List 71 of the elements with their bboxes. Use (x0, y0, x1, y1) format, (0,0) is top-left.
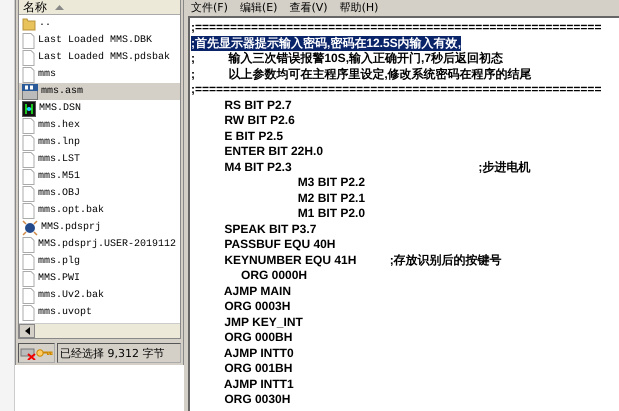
document-icon (22, 134, 35, 150)
code-line: M1 BIT P2.0 (296, 206, 366, 222)
document-icon (22, 270, 35, 286)
code-line: ORG 0030H (223, 392, 290, 408)
file-icon (22, 84, 38, 100)
code-line: JMP KEY_INT (223, 314, 303, 330)
menu-item[interactable]: 查看(V) (289, 0, 328, 14)
document-icon (22, 118, 35, 134)
document-icon (22, 236, 35, 252)
file-item[interactable]: mms.hex (19, 117, 180, 134)
code-line: ;========================================================== (191, 82, 602, 98)
code-line: M3 BIT P2.2 (296, 175, 366, 190)
scroll-left-icon[interactable] (24, 327, 30, 335)
code-line: PASSBUF EQU 40H (223, 237, 336, 252)
document-icon (22, 202, 35, 218)
code-line: AJMP MAIN (222, 284, 292, 299)
horizontal-scrollbar[interactable] (19, 323, 180, 338)
project-icon (22, 220, 38, 236)
network-disconnected-icon (20, 346, 36, 360)
menu-item[interactable]: 编辑(E) (240, 0, 278, 14)
file-item[interactable]: mms.OBJ (19, 185, 180, 202)
document-icon (22, 66, 35, 82)
code-line: ORG 0000H (240, 268, 308, 284)
sort-up-icon (55, 4, 64, 10)
document-icon (22, 304, 35, 320)
code-line: M2 BIT P2.1 (296, 190, 366, 206)
file-item[interactable]: mms.M51 (19, 168, 180, 185)
file-item[interactable]: MMS.pdsprj.USER-2019112 (19, 236, 180, 253)
file-item[interactable]: Last Loaded MMS.pdsbak (19, 49, 180, 66)
document-icon (22, 50, 35, 66)
column-header[interactable]: 名称 (23, 0, 47, 14)
code-line: KEYNUMBER EQU 41H ;存放识别后的按键号 (223, 252, 502, 268)
code-line: ENTER BIT 22H.0 (223, 144, 324, 160)
file-item[interactable]: mms.uvopt (19, 304, 180, 321)
folder-icon (22, 16, 36, 31)
code-line: AJMP INTT0 (222, 346, 294, 361)
file-item[interactable]: mms.Uv2.bak (19, 287, 180, 304)
document-icon (22, 32, 35, 48)
file-item[interactable]: Last Loaded MMS.DBK (19, 32, 180, 49)
file-item[interactable]: mms.opt.bak (19, 202, 180, 219)
file-item[interactable]: mms.LST (19, 151, 180, 168)
document-icon (22, 168, 35, 184)
file-item[interactable]: .. (19, 15, 180, 32)
code-line: AJMP INTT1 (222, 376, 294, 392)
file-item[interactable]: mms (19, 66, 180, 83)
code-line: RS BIT P2.7 (223, 98, 292, 113)
code-line: ORG 001BH (223, 361, 292, 376)
code-line: ; 输入三次错误报警10S,输入正确开门,7秒后返回初态 (191, 51, 504, 66)
file-item[interactable]: MMS.PWI (19, 270, 180, 287)
document-icon (22, 288, 35, 304)
document-icon (22, 152, 35, 168)
file-item[interactable]: mms.plg (19, 253, 180, 270)
file-item[interactable]: mms.asm (19, 83, 180, 100)
file-item[interactable]: MMS.pdsprj (19, 219, 180, 236)
code-line: ; 以上参数均可在主程序里设定,修改系统密码在程序的结尾 (191, 66, 532, 82)
key-icon (36, 348, 53, 358)
code-line: E BIT P2.5 (223, 128, 284, 144)
code-line: M4 BIT P2.3 ;步进电机 (223, 160, 530, 175)
code-line: ORG 000BH (223, 330, 292, 346)
code-line: RW BIT P2.6 (223, 113, 295, 128)
code-line: ;========================================================== (191, 20, 602, 36)
code-line: ORG 0003H (223, 299, 290, 314)
document-icon (22, 254, 35, 270)
status-text: 已经选择 9,312 字节 (57, 343, 181, 363)
document-icon (22, 186, 35, 202)
menu-item[interactable]: 文件(F) (191, 0, 228, 14)
file-item[interactable]: mms.lnp (19, 134, 180, 151)
code-line: SPEAK BIT P3.7 (223, 222, 316, 237)
circuit-icon (22, 100, 36, 116)
file-item[interactable]: MMS.DSN (19, 100, 180, 117)
menu-item[interactable]: 帮助(H) (340, 0, 378, 14)
